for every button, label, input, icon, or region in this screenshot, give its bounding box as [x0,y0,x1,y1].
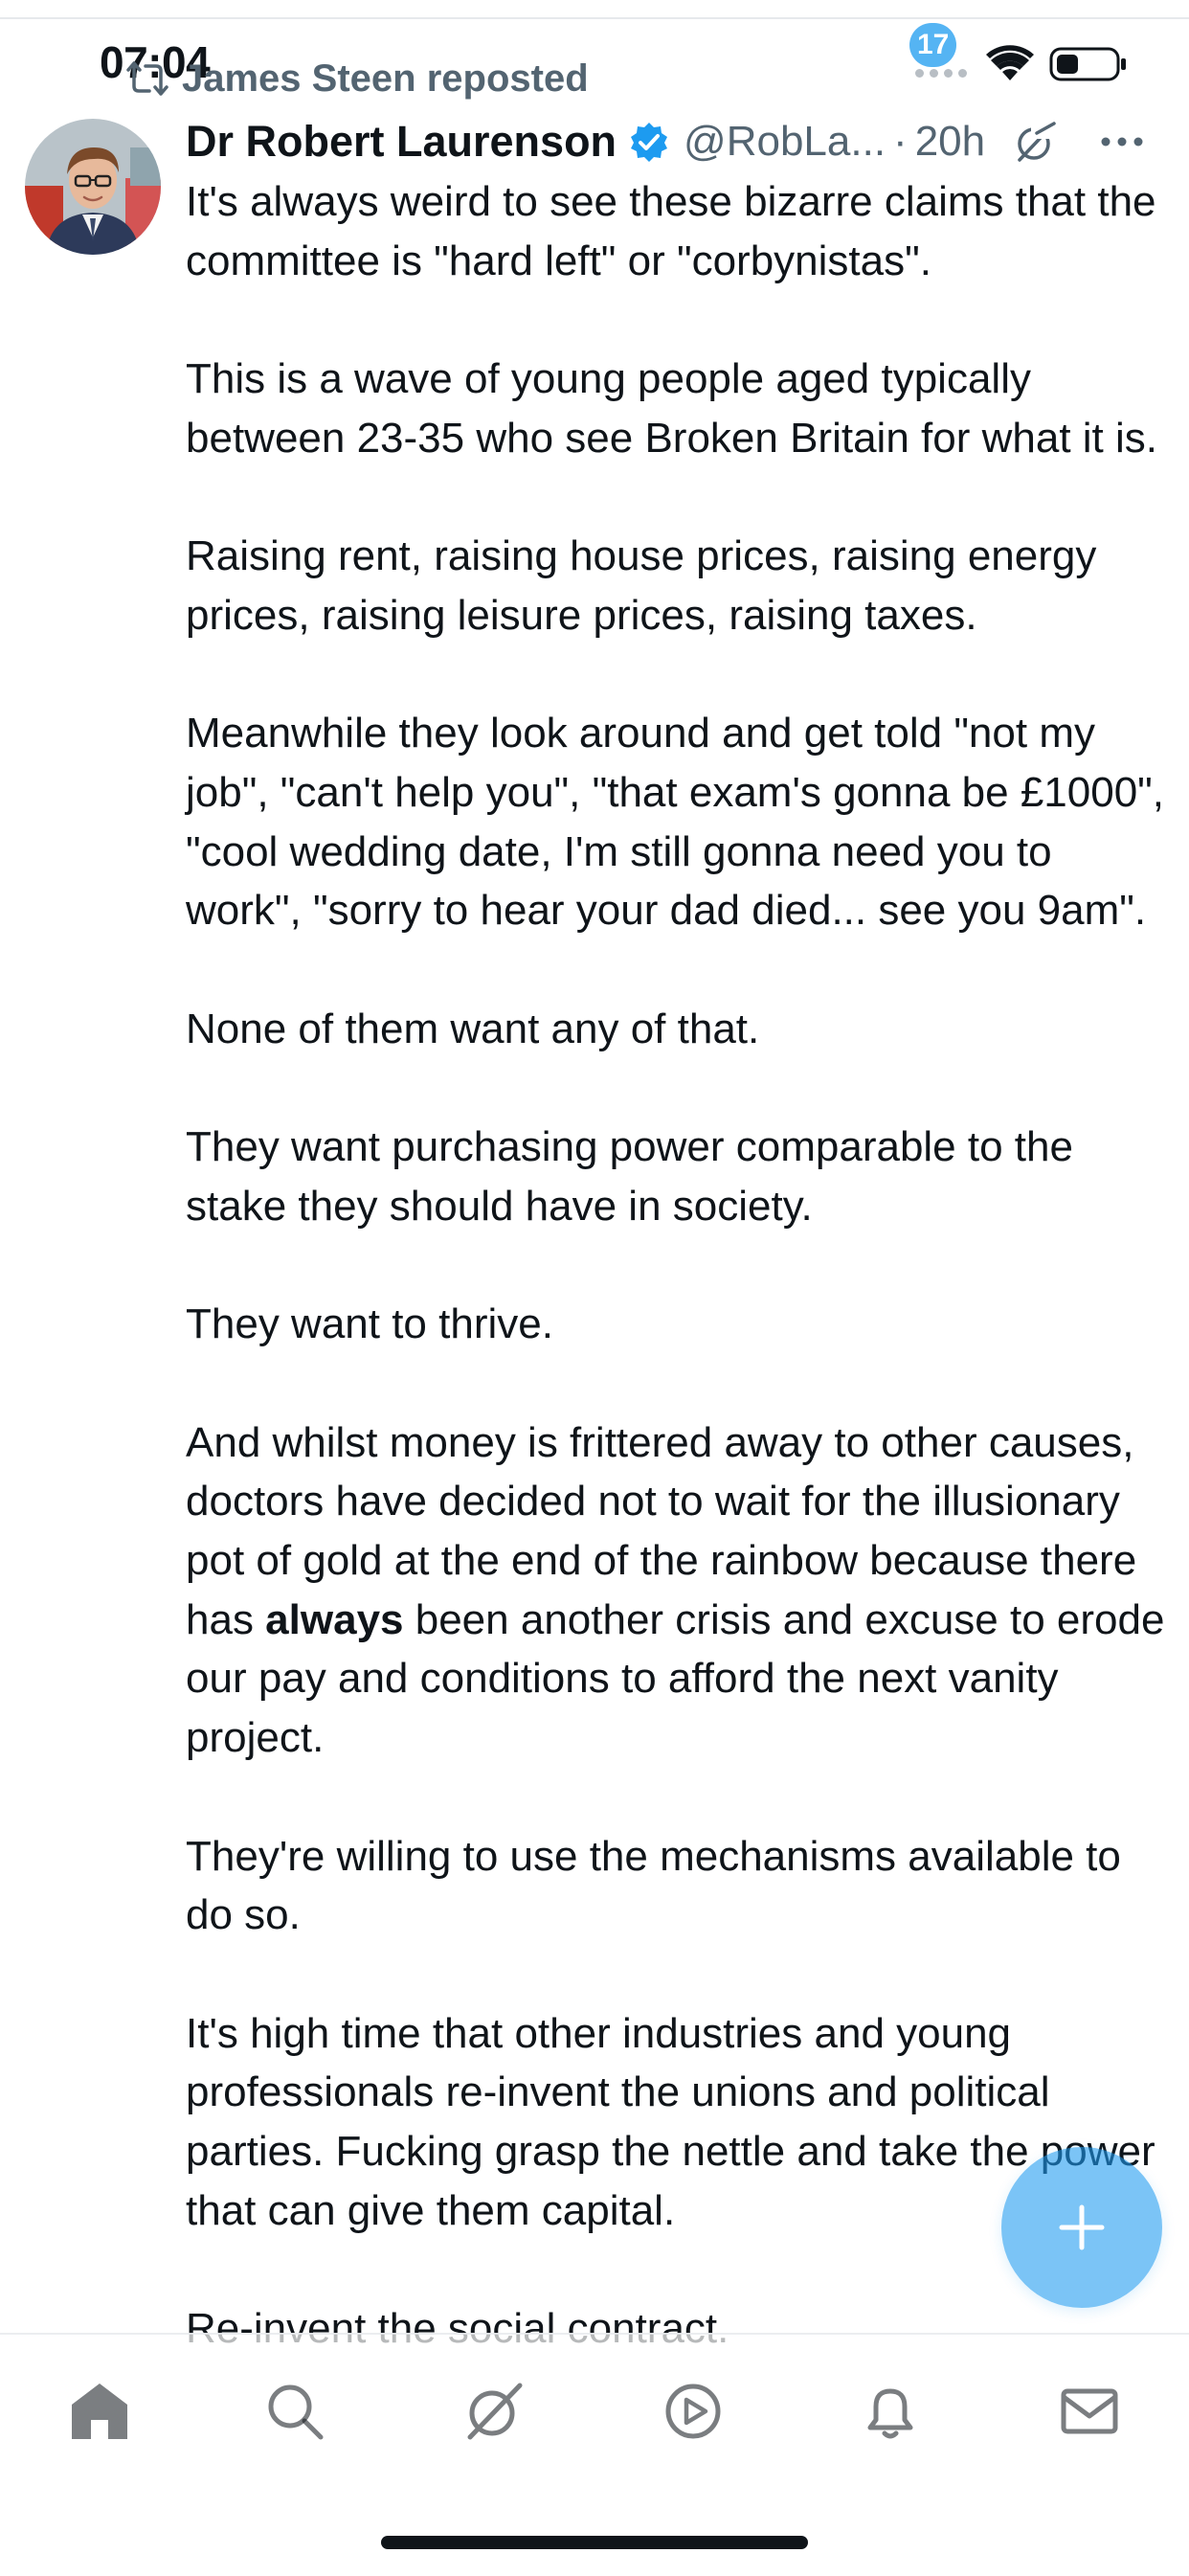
tweet-paragraph: They want purchasing power comparable to… [186,1123,1073,1230]
verified-badge-icon[interactable] [628,121,670,163]
bold-text: always [265,1595,404,1643]
mail-icon [1061,2388,1118,2434]
bell-icon [867,2388,913,2439]
top-divider [0,17,1189,19]
repost-header[interactable]: James Steen reposted [126,54,589,103]
notification-count-badge[interactable]: 17 [909,23,957,67]
tweet-paragraph: Raising rent, raising house prices, rais… [186,532,1097,639]
tweet-paragraph: They want to thrive. [186,1300,553,1348]
compose-button[interactable] [1001,2147,1162,2308]
author-name[interactable]: Dr Robert Laurenson [186,117,617,167]
tab-messages[interactable] [1051,2373,1128,2450]
cellular-signal-icon [915,69,967,78]
post-timestamp[interactable]: 20h [915,118,985,166]
tab-search[interactable] [257,2373,333,2450]
tweet-paragraph: They're willing to use the mechanisms av… [186,1832,1121,1939]
tweet-paragraph: And whilst money is frittered away to ot… [186,1413,1172,1768]
tweet-paragraph: This is a wave of young people aged typi… [186,355,1157,462]
grok-icon[interactable] [1012,118,1061,166]
tab-video[interactable] [655,2373,731,2450]
battery-icon [1049,47,1126,81]
plus-icon [1059,2204,1105,2250]
tweet-text: It's always weird to see these bizarre c… [186,172,1172,2418]
more-options-icon[interactable] [1100,135,1144,148]
repost-label: James Steen reposted [182,56,589,100]
play-icon [665,2384,721,2439]
tab-home[interactable] [61,2373,138,2450]
home-icon [72,2384,127,2439]
search-icon [268,2384,324,2440]
tab-notifications[interactable] [852,2373,929,2450]
author-handle[interactable]: @RobLa... [684,118,886,166]
tweet-paragraph: None of them want any of that. [186,1005,760,1052]
header-separator: · [893,118,908,165]
tweet-header: Dr Robert Laurenson @RobLa... · 20h [186,113,1172,170]
tweet-paragraph: Meanwhile they look around and get told … [186,710,1165,935]
avatar-image [25,119,161,255]
grok-icon [467,2383,523,2440]
repost-icon [126,61,168,96]
tweet-paragraph: It's always weird to see these bizarre c… [186,178,1156,284]
tab-grok[interactable] [456,2373,532,2450]
wifi-icon [986,45,1034,80]
home-indicator[interactable] [381,2536,808,2549]
avatar[interactable] [25,119,161,255]
